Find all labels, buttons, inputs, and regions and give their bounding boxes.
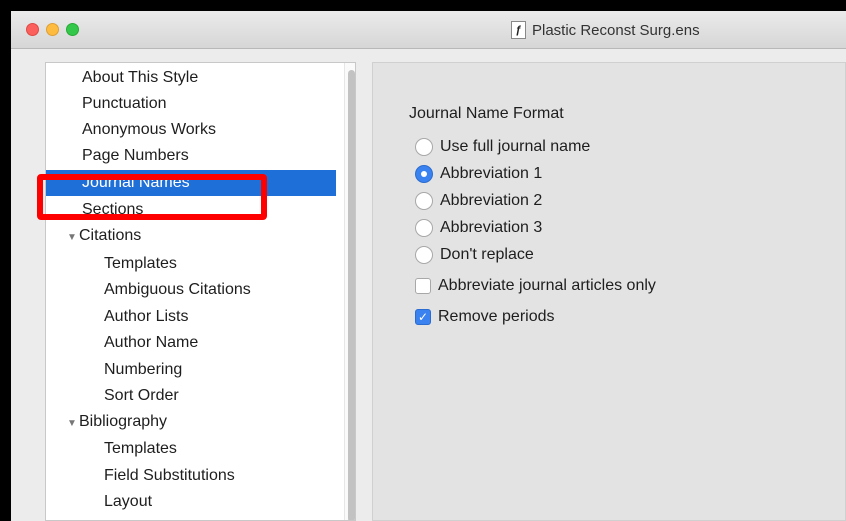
zoom-window-button[interactable] (66, 23, 79, 36)
radio-abbreviation-1[interactable]: Abbreviation 1 (415, 163, 542, 185)
radio-use-full-journal-name[interactable]: Use full journal name (415, 136, 590, 158)
radio-label: Use full journal name (440, 138, 591, 155)
sidebar-item-field-substitutions[interactable]: Field Substitutions (46, 463, 336, 489)
radio-abbreviation-2[interactable]: Abbreviation 2 (415, 190, 542, 212)
window-title: Plastic Reconst Surg.ens (532, 21, 700, 39)
checkmark-icon[interactable]: ✓ (415, 309, 431, 325)
journal-names-settings-panel: Journal Name Format Use full journal nam… (372, 62, 846, 521)
sidebar-item-page-numbers[interactable]: Page Numbers (46, 143, 336, 169)
radio-label: Abbreviation 1 (440, 165, 543, 182)
checkbox-label: Abbreviate journal articles only (438, 277, 656, 294)
radio-button[interactable] (415, 192, 433, 210)
checkbox-label: Remove periods (438, 308, 555, 325)
sidebar-item-numbering[interactable]: Numbering (46, 357, 336, 383)
sidebar-item-layout[interactable]: Layout (46, 489, 336, 515)
radio-button[interactable] (415, 219, 433, 237)
sidebar-item-bibliography[interactable]: ▼ Bibliography (46, 409, 336, 435)
sidebar-item-citations[interactable]: ▼ Citations (46, 223, 336, 249)
sidebar-item-sections[interactable]: Sections (46, 197, 336, 223)
sidebar-item-about-this-style[interactable]: About This Style (46, 65, 336, 91)
close-window-button[interactable] (26, 23, 39, 36)
radio-label: Abbreviation 2 (440, 192, 543, 209)
radio-dont-replace[interactable]: Don't replace (415, 244, 534, 266)
radio-label: Don't replace (440, 246, 534, 263)
sidebar-scroll-thumb[interactable] (348, 70, 355, 520)
style-document-icon: ƒ (511, 21, 526, 39)
sidebar-item-sort-order[interactable]: Sort Order (46, 383, 336, 409)
style-editor-window: ƒ Plastic Reconst Surg.ens About This St… (11, 11, 846, 521)
disclosure-triangle-icon[interactable]: ▼ (67, 411, 79, 437)
title-bar: ƒ Plastic Reconst Surg.ens (11, 11, 846, 49)
radio-button[interactable] (415, 165, 433, 183)
journal-name-format-heading: Journal Name Format (409, 105, 564, 122)
checkbox-remove-periods[interactable]: ✓ Remove periods (415, 306, 555, 328)
sidebar-item-citations-templates[interactable]: Templates (46, 251, 336, 277)
sidebar-item-author-name[interactable]: Author Name (46, 330, 336, 356)
radio-label: Abbreviation 3 (440, 219, 543, 236)
sidebar-item-ambiguous-citations[interactable]: Ambiguous Citations (46, 277, 336, 303)
radio-button[interactable] (415, 138, 433, 156)
sidebar-item-label: Bibliography (79, 413, 168, 430)
sidebar-item-label: Citations (79, 227, 142, 244)
sidebar-item-punctuation[interactable]: Punctuation (46, 91, 336, 117)
checkbox-abbreviate-journal-articles-only[interactable]: Abbreviate journal articles only (415, 275, 656, 297)
disclosure-triangle-icon[interactable]: ▼ (67, 225, 79, 251)
sidebar-item-author-lists[interactable]: Author Lists (46, 304, 336, 330)
sidebar-item-bibliography-templates[interactable]: Templates (46, 436, 336, 462)
sidebar-item-anonymous-works[interactable]: Anonymous Works (46, 117, 336, 143)
minimize-window-button[interactable] (46, 23, 59, 36)
window-title-group: ƒ Plastic Reconst Surg.ens (511, 20, 700, 40)
radio-button[interactable] (415, 246, 433, 264)
style-sections-sidebar: About This Style Punctuation Anonymous W… (45, 62, 356, 521)
sidebar-item-journal-names[interactable]: Journal Names (46, 170, 336, 196)
radio-abbreviation-3[interactable]: Abbreviation 3 (415, 217, 542, 239)
checkbox[interactable] (415, 278, 431, 294)
sidebar-scrollbar[interactable] (344, 63, 355, 520)
